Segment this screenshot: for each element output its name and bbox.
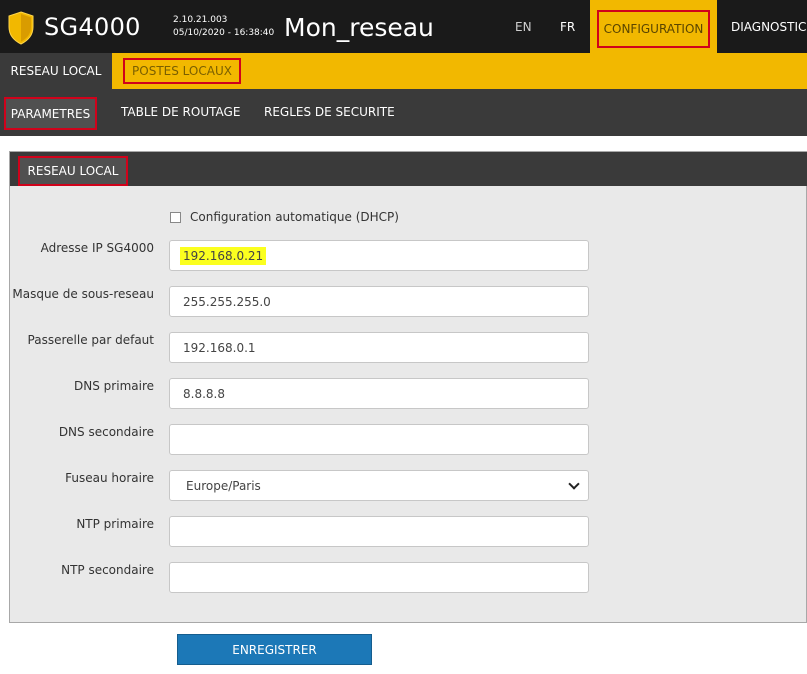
ip-address-field[interactable]: 192.168.0.21 [169, 240, 589, 271]
dhcp-label: Configuration automatique (DHCP) [190, 210, 399, 224]
dns-primary-field[interactable]: 8.8.8.8 [169, 378, 589, 409]
shield-icon [8, 11, 34, 45]
lang-en-link[interactable]: EN [515, 20, 532, 34]
subnet-mask-field[interactable]: 255.255.255.0 [169, 286, 589, 317]
dhcp-option[interactable]: Configuration automatique (DHCP) [170, 210, 399, 224]
dns-primary-label: DNS primaire [74, 379, 154, 393]
date-time: 05/10/2020 - 16:38:40 [173, 28, 275, 38]
subtab-parametres[interactable]: PARAMETRES [4, 97, 97, 130]
firmware-version: 2.10.21.003 [173, 15, 228, 25]
subnet-mask-value: 255.255.255.0 [183, 294, 271, 309]
nav-configuration[interactable]: CONFIGURATION [590, 0, 717, 53]
timezone-select[interactable]: Europe/Paris [169, 470, 589, 501]
tab-postes-locaux[interactable]: POSTES LOCAUX [123, 58, 241, 84]
brand-name: SG4000 [44, 13, 141, 41]
subtab-table-routage[interactable]: TABLE DE ROUTAGE [121, 105, 240, 119]
ip-address-value: 192.168.0.21 [180, 246, 267, 265]
ntp-secondary-field[interactable] [169, 562, 589, 593]
sub-navigation: PARAMETRES TABLE DE ROUTAGE REGLES DE SE… [0, 89, 807, 136]
ntp-primary-label: NTP primaire [76, 517, 154, 531]
section-tabs: RESEAU LOCAL POSTES LOCAUX [0, 53, 807, 89]
subnet-mask-label: Masque de sous-reseau [12, 287, 154, 301]
device-name: Mon_reseau [284, 13, 434, 42]
gateway-value: 192.168.0.1 [183, 340, 256, 355]
ntp-secondary-label: NTP secondaire [61, 563, 154, 577]
nav-diagnostic[interactable]: DIAGNOSTIC [731, 20, 806, 34]
timezone-label: Fuseau horaire [65, 471, 154, 485]
dns-secondary-field[interactable] [169, 424, 589, 455]
device-meta: 2.10.21.003 05/10/2020 - 16:38:40 [173, 14, 274, 40]
chevron-down-icon [568, 478, 580, 490]
save-button[interactable]: ENREGISTRER [177, 634, 372, 665]
subtab-regles-securite[interactable]: REGLES DE SECURITE [264, 105, 395, 119]
dhcp-checkbox[interactable] [170, 211, 181, 223]
tab-reseau-local[interactable]: RESEAU LOCAL [0, 53, 112, 89]
dns-secondary-label: DNS secondaire [58, 425, 154, 439]
nav-configuration-label: CONFIGURATION [597, 10, 710, 48]
top-header: SG4000 2.10.21.003 05/10/2020 - 16:38:40… [0, 0, 807, 53]
ip-address-label: Adresse IP SG4000 [40, 241, 154, 255]
panel-header: RESEAU LOCAL [10, 152, 807, 186]
panel-tab-reseau-local[interactable]: RESEAU LOCAL [18, 156, 128, 186]
gateway-label: Passerelle par defaut [27, 333, 154, 347]
ntp-primary-field[interactable] [169, 516, 589, 547]
lang-fr-link[interactable]: FR [560, 20, 575, 34]
timezone-value: Europe/Paris [186, 478, 261, 493]
dns-primary-value: 8.8.8.8 [183, 386, 225, 401]
gateway-field[interactable]: 192.168.0.1 [169, 332, 589, 363]
